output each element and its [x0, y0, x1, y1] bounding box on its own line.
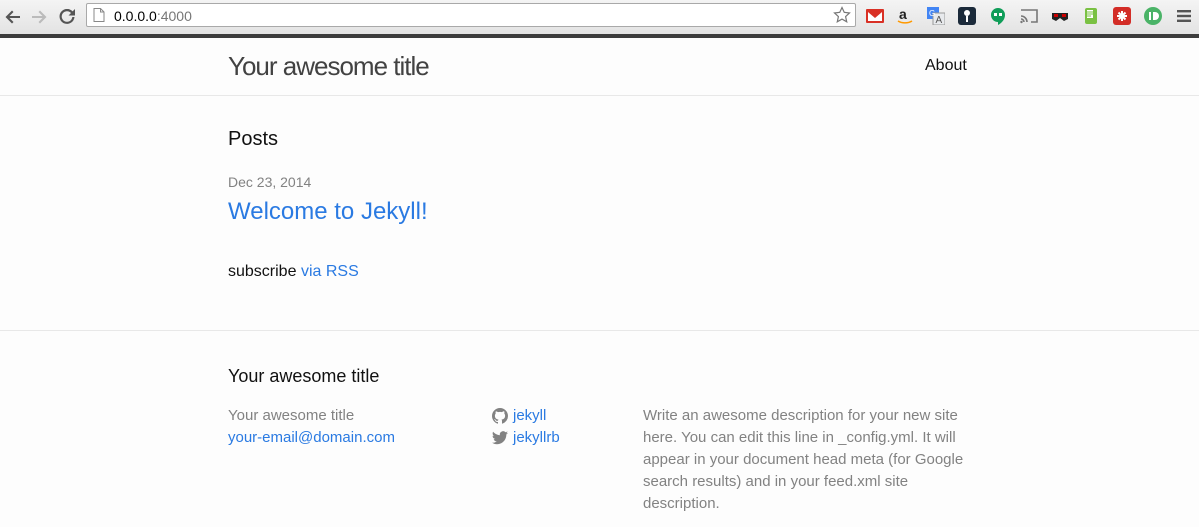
rss-link[interactable]: via RSS [301, 263, 359, 280]
hangouts-icon[interactable] [989, 7, 1007, 25]
url-text: 0.0.0.0:4000 [114, 8, 192, 24]
twitter-link[interactable]: jekyllrb [513, 427, 560, 449]
twitter-icon [492, 431, 508, 445]
footer-email-link[interactable]: your-email@domain.com [228, 429, 395, 446]
site-footer: Your awesome title Your awesome title yo… [0, 330, 1199, 527]
post-title-link[interactable]: Welcome to Jekyll! [228, 198, 428, 226]
site-header: Your awesome title About [0, 38, 1199, 96]
github-link[interactable]: jekyll [513, 405, 546, 427]
bookmark-star-icon[interactable] [833, 6, 851, 24]
evernote-icon[interactable] [1082, 7, 1100, 25]
svg-text:A: A [936, 15, 943, 25]
address-bar[interactable]: 0.0.0.0:4000 [86, 3, 856, 27]
page-icon [93, 8, 105, 22]
footer-social: jekyll jekyllrb [492, 405, 560, 449]
pushbullet-icon[interactable] [1144, 7, 1162, 25]
post-date: Dec 23, 2014 [228, 174, 312, 190]
footer-site-name: Your awesome title [228, 407, 355, 424]
site-title-link[interactable]: Your awesome title [228, 51, 430, 82]
forward-button[interactable] [28, 6, 50, 28]
browser-toolbar: 0.0.0.0:4000 a AG [0, 0, 1199, 35]
svg-text:a: a [899, 7, 907, 22]
github-row: jekyll [492, 405, 560, 427]
posts-heading: Posts [228, 128, 279, 150]
nav-link-about[interactable]: About [925, 57, 967, 75]
footer-heading: Your awesome title [228, 366, 380, 386]
svg-text:G: G [929, 9, 935, 18]
lastpass-icon[interactable] [1113, 7, 1131, 25]
translate-icon[interactable]: AG [927, 7, 945, 25]
twitter-row: jekyllrb [492, 427, 560, 449]
forward-arrow-icon [32, 10, 47, 24]
footer-contact: Your awesome title your-email@domain.com [228, 405, 395, 449]
gmail-icon[interactable] [866, 7, 884, 25]
back-arrow-icon [5, 10, 20, 24]
amazon-icon[interactable]: a [896, 7, 914, 25]
mask-icon[interactable] [1051, 7, 1069, 25]
github-icon [492, 408, 508, 424]
subscribe-line: subscribe via RSS [228, 263, 359, 281]
subscribe-text: subscribe [228, 263, 297, 280]
reload-button[interactable] [56, 6, 78, 28]
cast-icon[interactable] [1020, 7, 1038, 25]
back-button[interactable] [2, 6, 24, 28]
footer-description: Write an awesome description for your ne… [643, 407, 964, 512]
reload-icon [59, 9, 75, 24]
keeper-icon[interactable] [958, 7, 976, 25]
menu-icon[interactable] [1175, 7, 1193, 25]
